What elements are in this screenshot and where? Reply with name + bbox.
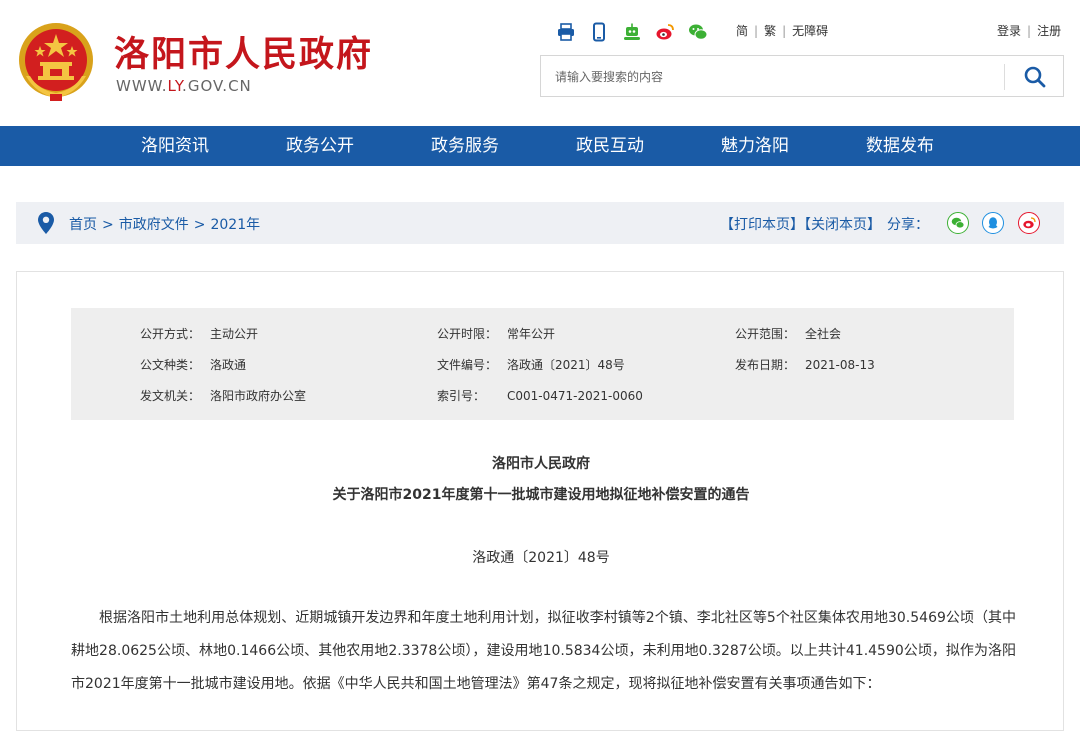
meta-document-number: 文件编号： 洛政通〔2021〕48号 <box>437 356 625 373</box>
share-label: 分享： <box>887 217 929 233</box>
traditional-chinese-link[interactable]: 繁 <box>764 24 776 38</box>
nav-item-luoyang-news[interactable]: 洛阳资讯 <box>141 126 209 166</box>
breadcrumb: 首页 > 市政府文件 >2021年 <box>69 214 260 234</box>
meta-label: 文件编号： <box>437 358 498 372</box>
location-pin-icon <box>38 212 54 234</box>
meta-index-number: 索引号： C001-0471-2021-0060 <box>437 387 643 404</box>
share-wechat-button[interactable] <box>947 212 969 234</box>
meta-label: 索引号： <box>437 389 486 403</box>
nav-item-government-services[interactable]: 政务服务 <box>431 126 499 166</box>
meta-label: 公开方式： <box>140 327 201 341</box>
meta-label: 公开范围： <box>735 327 796 341</box>
breadcrumb-home[interactable]: 首页 <box>69 217 97 233</box>
meta-label: 公开时限： <box>437 327 498 341</box>
simplified-chinese-link[interactable]: 简 <box>736 24 748 38</box>
document-metadata-table: 公开方式： 主动公开 公开时限： 常年公开 公开范围： 全社会 公文种类： 洛政通 文件… <box>71 308 1014 420</box>
site-title[interactable]: 洛阳市人民政府 <box>114 26 373 77</box>
language-links: 简 | 繁 | 无障碍 <box>736 22 828 39</box>
lang-separator: | <box>754 24 759 38</box>
meta-disclosure-period: 公开时限： 常年公开 <box>437 325 555 342</box>
document-number: 洛政通〔2021〕48号 <box>472 550 610 566</box>
meta-label: 发文机关： <box>140 389 201 403</box>
main-nav: 洛阳资讯 政务公开 政务服务 政民互动 魅力洛阳 数据发布 <box>0 126 1080 166</box>
wechat-icon <box>951 217 965 229</box>
meta-label: 公文种类： <box>140 358 201 372</box>
document-title: 关于洛阳市2021年度第十一批城市建设用地拟征地补偿安置的通告 <box>332 487 750 503</box>
page-tools: 【打印本页】【关闭本页】 分享： <box>720 214 929 234</box>
breadcrumb-separator: > <box>102 217 114 233</box>
meta-disclosure-method: 公开方式： 主动公开 <box>140 325 258 342</box>
breadcrumb-separator: > <box>193 217 206 233</box>
nav-item-public-interaction[interactable]: 政民互动 <box>576 126 644 166</box>
document-issuer: 洛阳市人民政府 <box>492 456 590 472</box>
meta-value: 常年公开 <box>507 327 556 341</box>
accessibility-link[interactable]: 无障碍 <box>792 24 828 38</box>
search-icon <box>1024 66 1046 88</box>
site-url: WWW.LY.GOV.CN <box>116 77 252 95</box>
mobile-icon[interactable] <box>589 22 609 42</box>
search-button[interactable] <box>1017 64 1053 90</box>
nav-item-data-release[interactable]: 数据发布 <box>866 126 934 166</box>
breadcrumb-year-2021[interactable]: 2021年 <box>210 217 260 233</box>
breadcrumb-bar: 首页 > 市政府文件 >2021年 【打印本页】【关闭本页】 分享： <box>16 202 1064 244</box>
robot-icon[interactable] <box>622 22 642 42</box>
document-body-paragraph: 根据洛阳市土地利用总体规划、近期城镇开发边界和年度土地利用计划，拟征收李村镇等2… <box>71 610 1016 692</box>
nav-item-government-affairs[interactable]: 政务公开 <box>286 126 354 166</box>
search-input[interactable] <box>553 65 997 89</box>
site-url-highlight: LY <box>167 77 183 95</box>
weibo-icon[interactable] <box>655 22 675 42</box>
print-page-link[interactable]: 【打印本页】 <box>720 217 804 233</box>
register-link[interactable]: 注册 <box>1037 24 1061 38</box>
close-page-link[interactable]: 【关闭本页】 <box>804 217 881 233</box>
auth-separator: | <box>1027 24 1032 38</box>
top-icon-bar <box>556 22 708 42</box>
meta-issuing-office: 发文机关： 洛阳市政府办公室 <box>140 387 306 404</box>
meta-value: 主动公开 <box>210 327 259 341</box>
site-header: 洛阳市人民政府 WWW.LY.GOV.CN 简 | 繁 | 无障碍 登录 | 注册 <box>0 0 1080 126</box>
article-container: 公开方式： 主动公开 公开时限： 常年公开 公开范围： 全社会 公文种类： 洛政通 文件… <box>16 271 1064 731</box>
share-weibo-button[interactable] <box>1018 212 1040 234</box>
qq-icon <box>988 217 998 229</box>
login-link[interactable]: 登录 <box>997 24 1021 38</box>
search-divider <box>1004 64 1005 90</box>
meta-value: 洛政通〔2021〕48号 <box>507 358 625 372</box>
lang-separator: | <box>782 24 787 38</box>
national-emblem-icon <box>19 23 93 101</box>
site-url-suffix: .GOV.CN <box>182 77 252 95</box>
meta-label: 发布日期： <box>735 358 796 372</box>
meta-value: 全社会 <box>805 327 842 341</box>
meta-document-type: 公文种类： 洛政通 <box>140 356 246 373</box>
search-box <box>540 55 1064 97</box>
meta-value: 洛阳市政府办公室 <box>210 389 307 403</box>
meta-value: 2021-08-13 <box>805 358 875 372</box>
meta-value: 洛政通 <box>210 358 247 372</box>
print-icon[interactable] <box>556 22 576 42</box>
nav-item-charming-luoyang[interactable]: 魅力洛阳 <box>721 126 789 166</box>
meta-value: C001-0471-2021-0060 <box>507 389 643 403</box>
share-qq-button[interactable] <box>982 212 1004 234</box>
wechat-icon[interactable] <box>688 22 708 42</box>
breadcrumb-municipal-documents[interactable]: 市政府文件 <box>119 217 189 233</box>
site-url-prefix: WWW. <box>116 77 168 95</box>
meta-disclosure-scope: 公开范围： 全社会 <box>735 325 841 342</box>
meta-publish-date: 发布日期： 2021-08-13 <box>735 356 875 373</box>
weibo-icon <box>1023 217 1036 229</box>
auth-links: 登录 | 注册 <box>997 22 1061 39</box>
